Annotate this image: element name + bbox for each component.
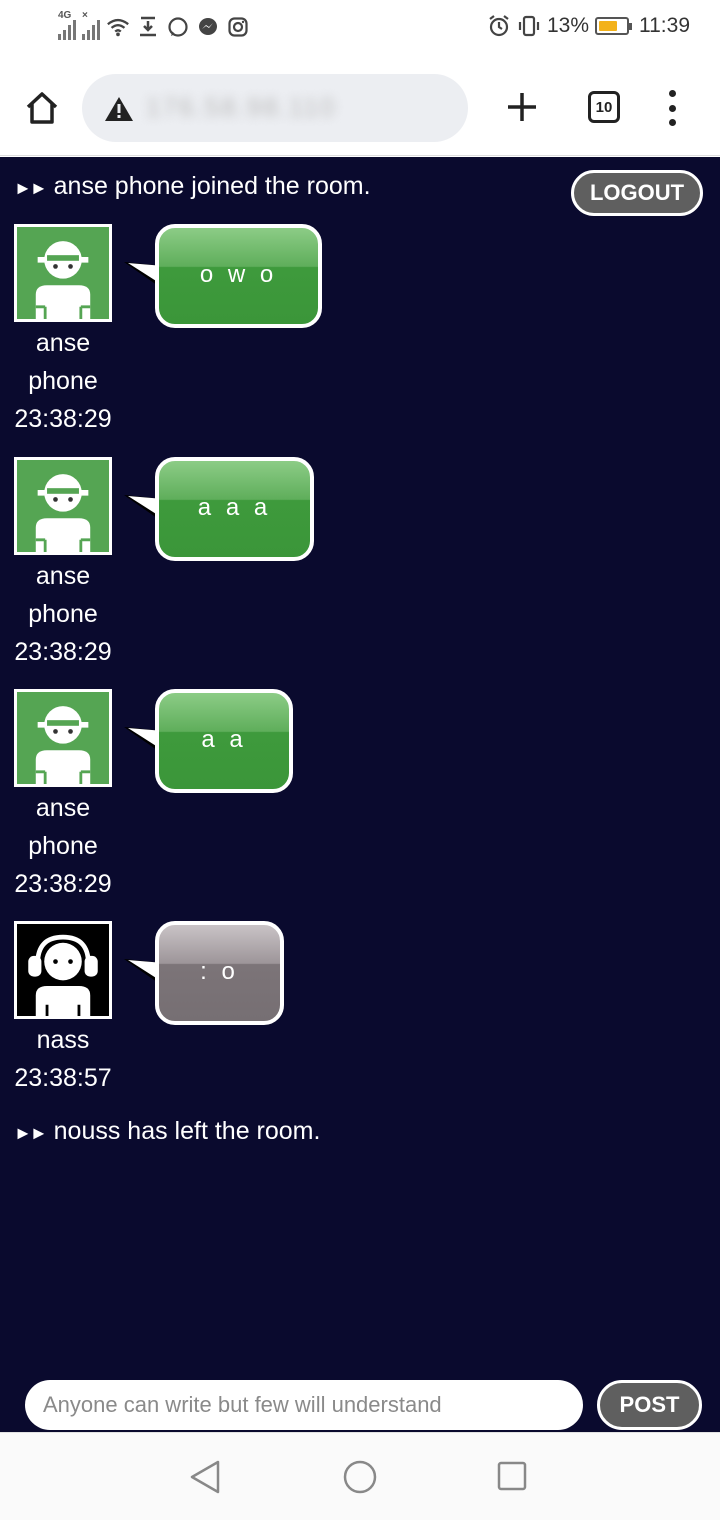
clock: 11:39 bbox=[639, 14, 690, 37]
username-line2: phone bbox=[28, 600, 98, 628]
battery-percent: 13% bbox=[546, 14, 589, 37]
alarm-icon bbox=[487, 14, 511, 38]
recents-icon[interactable] bbox=[496, 1460, 528, 1492]
status-right-icons: 13% 11:39 bbox=[487, 14, 690, 38]
messenger-icon bbox=[196, 15, 220, 39]
username: anse bbox=[35, 329, 91, 357]
home-icon[interactable] bbox=[22, 88, 62, 128]
message-meta: anse phone 23:38:29 bbox=[14, 324, 112, 438]
message-input[interactable] bbox=[25, 1380, 583, 1430]
username: anse bbox=[35, 794, 91, 822]
chat-room: ►► anse phone joined the room. LOGOUT ans… bbox=[0, 157, 720, 1432]
download-icon bbox=[136, 15, 160, 39]
new-tab-icon[interactable] bbox=[505, 90, 539, 124]
message-bubble: a a a bbox=[155, 457, 314, 561]
battery-icon bbox=[595, 17, 632, 35]
home-nav-icon[interactable] bbox=[342, 1459, 378, 1495]
logout-button[interactable]: LOGOUT bbox=[571, 170, 703, 216]
message-bubble: : o bbox=[155, 921, 284, 1025]
system-nav-bar bbox=[0, 1432, 720, 1520]
avatar bbox=[14, 457, 112, 555]
message-bubble: o w o bbox=[155, 224, 322, 328]
status-left-icons: 4G × bbox=[58, 10, 250, 40]
timestamp: 23:38:29 bbox=[14, 870, 112, 898]
address-bar[interactable]: 176.58.98.110 bbox=[82, 74, 468, 142]
back-icon[interactable] bbox=[188, 1459, 222, 1495]
avatar bbox=[14, 689, 112, 787]
username: anse bbox=[35, 562, 91, 590]
timestamp: 23:38:57 bbox=[14, 1064, 112, 1092]
avatar bbox=[14, 224, 112, 322]
message-meta: anse phone 23:38:29 bbox=[14, 789, 112, 903]
avatar bbox=[14, 921, 112, 1019]
instagram-icon bbox=[226, 15, 250, 39]
message-meta: nass 23:38:57 bbox=[14, 1021, 112, 1097]
message-bubble: a a bbox=[155, 689, 293, 793]
timestamp: 23:38:29 bbox=[14, 638, 112, 666]
username-line2: phone bbox=[28, 367, 98, 395]
browser-toolbar: 176.58.98.110 10 bbox=[0, 62, 720, 156]
signal-x-icon: × bbox=[82, 10, 100, 40]
signal-icon: 4G bbox=[58, 10, 76, 40]
more-menu-icon[interactable] bbox=[662, 90, 682, 126]
whatsapp-icon bbox=[166, 15, 190, 39]
message-meta: anse phone 23:38:29 bbox=[14, 557, 112, 671]
vibrate-icon bbox=[517, 14, 541, 38]
post-button[interactable]: POST bbox=[597, 1380, 702, 1430]
timestamp: 23:38:29 bbox=[14, 405, 112, 433]
system-message-join: ►► anse phone joined the room. bbox=[14, 172, 371, 200]
username: nass bbox=[36, 1026, 90, 1054]
wifi-icon bbox=[106, 15, 130, 39]
status-bar: 4G × 13% 11:39 bbox=[0, 0, 720, 62]
username-line2: phone bbox=[28, 832, 98, 860]
url-text: 176.58.98.110 bbox=[146, 92, 337, 122]
tab-switcher-button[interactable]: 10 bbox=[588, 91, 620, 123]
system-message-leave: ►► nouss has left the room. bbox=[14, 1117, 321, 1145]
warning-icon[interactable] bbox=[104, 96, 134, 122]
